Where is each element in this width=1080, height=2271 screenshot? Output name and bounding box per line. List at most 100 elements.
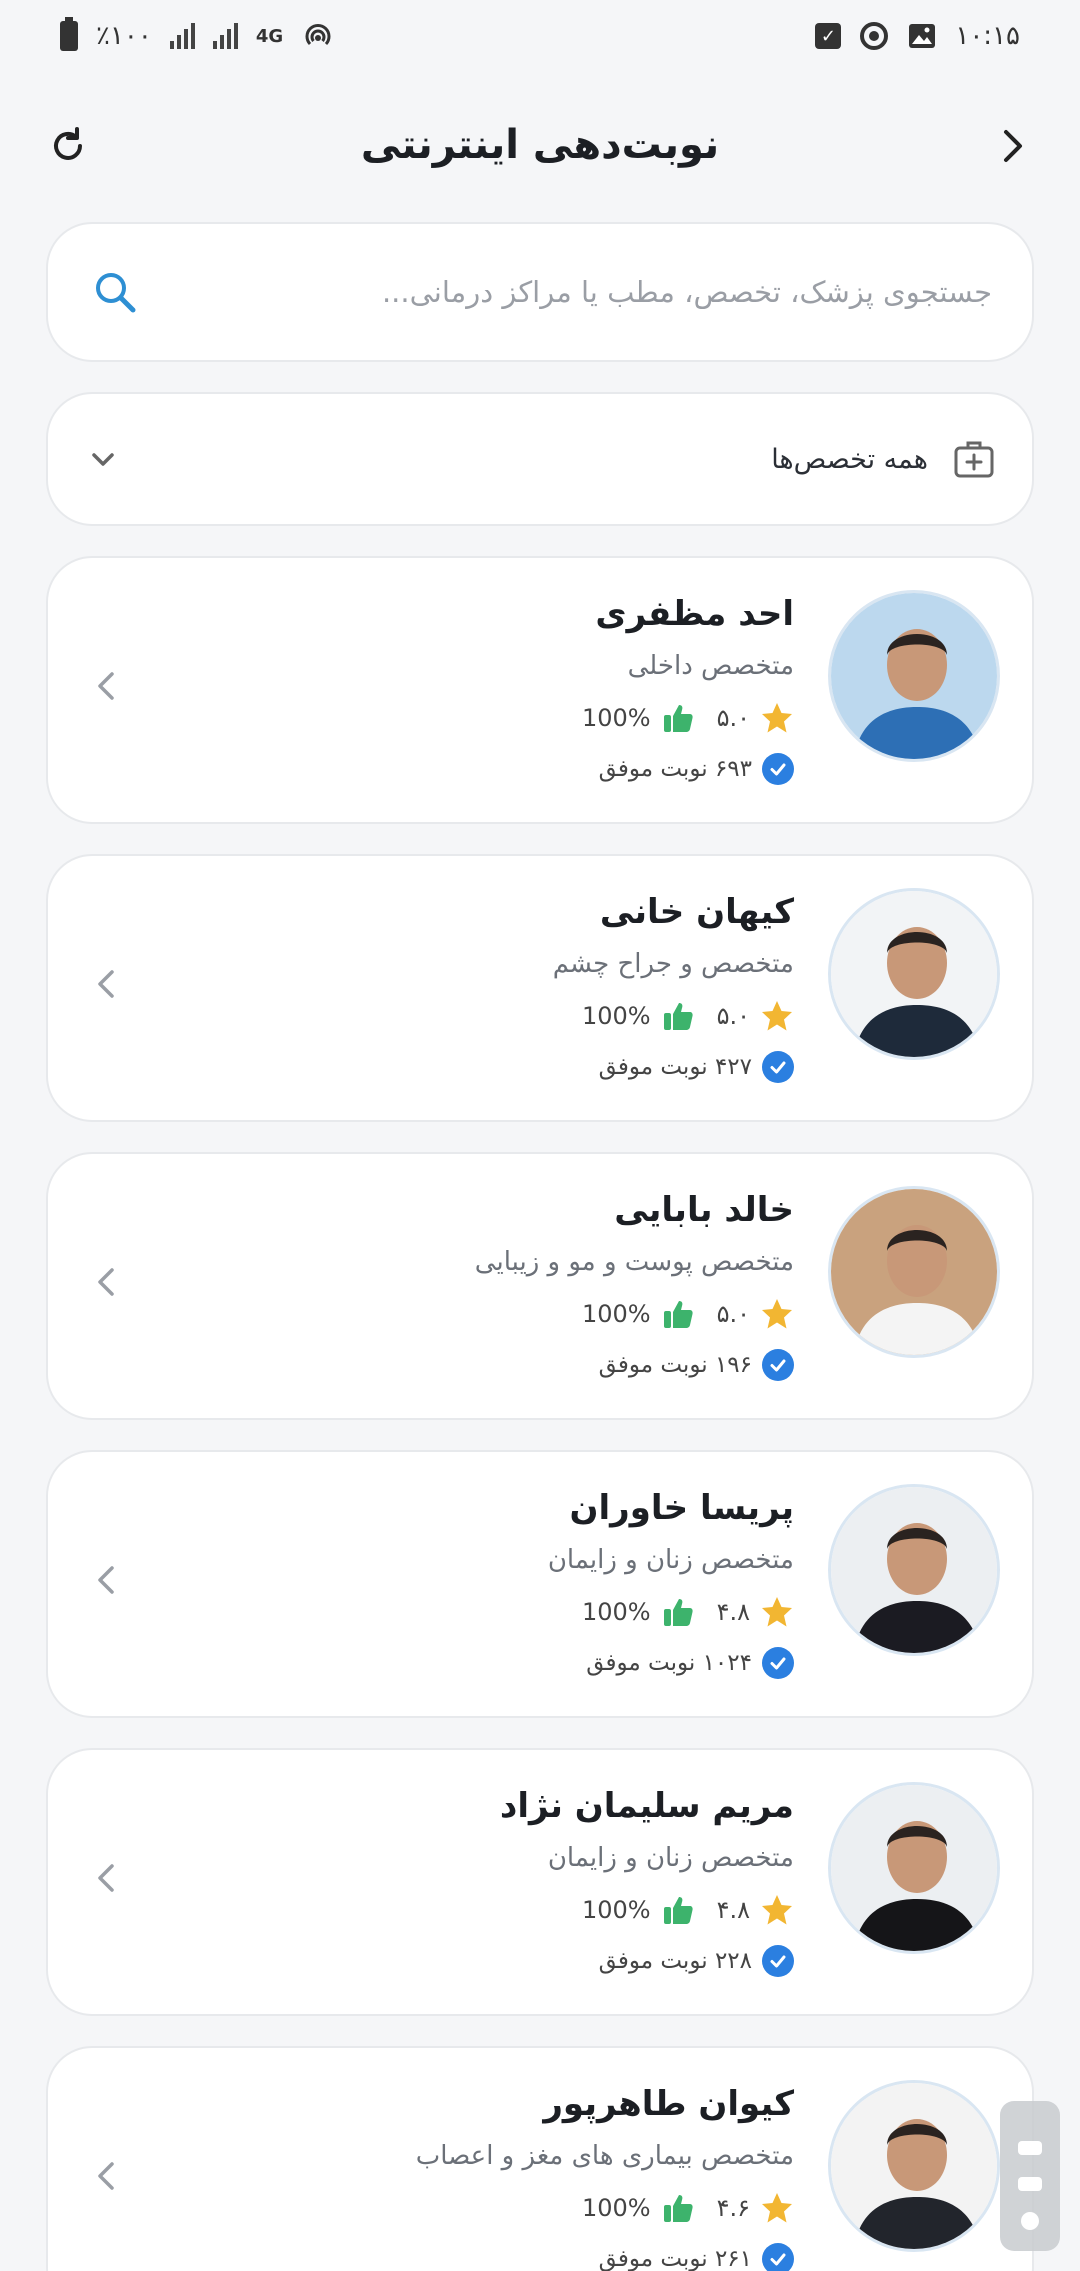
doctor-card[interactable]: پریسا خاوران متخصص زنان و زایمان ۴.۸ 100… xyxy=(46,1450,1034,1718)
doctor-specialty: متخصص بیماری های مغز و اعصاب xyxy=(415,2141,794,2171)
thumbs-up-icon xyxy=(663,1003,693,1030)
star-icon xyxy=(762,2193,792,2223)
successful-appointments: ۶۹۳ نوبت موفق xyxy=(234,744,794,794)
app-store-watermark-logo xyxy=(970,2081,1080,2271)
thumbs-up-icon xyxy=(663,1897,693,1924)
doctor-list: احد مظفری متخصص داخلی ۵.۰ 100% ۶۹۳ نوبت … xyxy=(46,556,1034,2271)
chevron-left-icon xyxy=(86,2156,126,2196)
medical-kit-icon xyxy=(952,437,996,481)
doctor-name: پریسا خاوران xyxy=(569,1488,794,1528)
chevron-right-icon xyxy=(1004,130,1022,162)
doctor-info: کیوان طاهرپور متخصص بیماری های مغز و اعص… xyxy=(234,2078,794,2271)
clock: ۱۰:۱۵ xyxy=(955,21,1020,51)
refresh-button[interactable] xyxy=(40,118,96,174)
doctor-info: احد مظفری متخصص داخلی ۵.۰ 100% ۶۹۳ نوبت … xyxy=(234,588,794,794)
specialty-filter-dropdown[interactable]: همه تخصص‌ها xyxy=(46,392,1034,526)
chrome-icon xyxy=(859,21,889,51)
filter-content: همه تخصص‌ها xyxy=(771,437,996,481)
doctor-avatar xyxy=(828,888,1000,1060)
doctor-stats: ۴.۸ 100% xyxy=(234,1884,794,1936)
doctor-avatar xyxy=(828,1186,1000,1358)
appointments-count: ۲۶۱ نوبت موفق xyxy=(598,2246,752,2271)
signal-icon-2 xyxy=(212,23,238,49)
rating: ۴.۶ xyxy=(717,2191,794,2225)
satisfaction: 100% xyxy=(582,1595,695,1629)
battery-icon xyxy=(60,17,78,51)
appointments-count: ۱۹۶ نوبت موفق xyxy=(598,1352,752,1378)
doctor-specialty: متخصص و جراح چشم xyxy=(552,949,794,979)
satisfaction: 100% xyxy=(582,1893,695,1927)
doctor-avatar xyxy=(828,590,1000,762)
appointments-count: ۴۲۷ نوبت موفق xyxy=(598,1054,752,1080)
doctor-name: خالد بابایی xyxy=(614,1190,794,1230)
star-icon xyxy=(762,1299,792,1329)
signal-icon xyxy=(169,23,195,49)
satisfaction-value: 100% xyxy=(581,1002,651,1030)
successful-appointments: ۲۲۸ نوبت موفق xyxy=(234,1936,794,1986)
doctor-stats: ۵.۰ 100% xyxy=(234,692,794,744)
doctor-stats: ۵.۰ 100% xyxy=(234,1288,794,1340)
satisfaction-value: 100% xyxy=(581,1896,651,1924)
successful-appointments: ۱۹۶ نوبت موفق xyxy=(234,1340,794,1390)
satisfaction-value: 100% xyxy=(581,1598,651,1626)
gallery-icon xyxy=(907,21,937,51)
rating-value: ۵.۰ xyxy=(716,1002,750,1030)
rating: ۵.۰ xyxy=(717,1297,794,1331)
rating-value: ۵.۰ xyxy=(716,704,750,732)
thumbs-up-icon xyxy=(663,1301,693,1328)
doctor-info: پریسا خاوران متخصص زنان و زایمان ۴.۸ 100… xyxy=(234,1482,794,1688)
successful-appointments: ۴۲۷ نوبت موفق xyxy=(234,1042,794,1092)
battery-level: ٪۱۰۰ xyxy=(96,21,152,51)
search-icon[interactable] xyxy=(92,269,138,315)
doctor-specialty: متخصص پوست و مو و زیبایی xyxy=(474,1247,794,1277)
chevron-left-icon xyxy=(86,666,126,706)
star-icon xyxy=(762,1895,792,1925)
thumbs-up-icon xyxy=(663,1599,693,1626)
doctor-name: احد مظفری xyxy=(595,594,794,634)
doctor-stats: ۴.۶ 100% xyxy=(234,2182,794,2234)
rating-value: ۴.۶ xyxy=(716,2194,750,2222)
star-icon xyxy=(762,1001,792,1031)
verified-check-icon xyxy=(762,1349,794,1381)
doctor-card[interactable]: مریم سلیمان نژاد متخصص زنان و زایمان ۴.۸… xyxy=(46,1748,1034,2016)
verified-check-icon xyxy=(762,1051,794,1083)
app-header: نوبت‌دهی اینترنتی xyxy=(0,100,1080,190)
satisfaction-value: 100% xyxy=(581,1300,651,1328)
appointments-count: ۶۹۳ نوبت موفق xyxy=(598,756,752,782)
doctor-card[interactable]: کیهان خانی متخصص و جراح چشم ۵.۰ 100% ۴۲۷… xyxy=(46,854,1034,1122)
chevron-left-icon xyxy=(86,1560,126,1600)
refresh-icon xyxy=(54,127,82,160)
doctor-specialty: متخصص زنان و زایمان xyxy=(547,1843,794,1873)
rating-value: ۴.۸ xyxy=(716,1896,750,1924)
search-input[interactable] xyxy=(168,275,992,309)
status-right: ✓ ۱۰:۱۵ xyxy=(815,21,1020,51)
network-type: 4G xyxy=(255,25,284,47)
successful-appointments: ۲۶۱ نوبت موفق xyxy=(234,2234,794,2271)
doctor-specialty: متخصص زنان و زایمان xyxy=(547,1545,794,1575)
filter-label: همه تخصص‌ها xyxy=(771,443,928,475)
rating-value: ۵.۰ xyxy=(716,1300,750,1328)
doctor-info: مریم سلیمان نژاد متخصص زنان و زایمان ۴.۸… xyxy=(234,1780,794,1986)
doctor-card[interactable]: خالد بابایی متخصص پوست و مو و زیبایی ۵.۰… xyxy=(46,1152,1034,1420)
thumbs-up-icon xyxy=(663,705,693,732)
rating: ۵.۰ xyxy=(717,999,794,1033)
star-icon xyxy=(762,703,792,733)
doctor-card[interactable]: احد مظفری متخصص داخلی ۵.۰ 100% ۶۹۳ نوبت … xyxy=(46,556,1034,824)
star-icon xyxy=(762,1597,792,1627)
doctor-avatar xyxy=(828,1484,1000,1656)
doctor-stats: ۴.۸ 100% xyxy=(234,1586,794,1638)
satisfaction-value: 100% xyxy=(581,2194,651,2222)
verified-check-icon xyxy=(762,753,794,785)
chevron-left-icon xyxy=(86,1858,126,1898)
thumbs-up-icon xyxy=(663,2195,693,2222)
rating: ۴.۸ xyxy=(717,1893,794,1927)
back-button[interactable] xyxy=(984,118,1040,174)
chevron-left-icon xyxy=(86,964,126,1004)
chevron-down-icon xyxy=(88,444,118,474)
search-bar xyxy=(46,222,1034,362)
doctor-name: کیوان طاهرپور xyxy=(543,2084,794,2124)
rating: ۵.۰ xyxy=(717,701,794,735)
doctor-info: خالد بابایی متخصص پوست و مو و زیبایی ۵.۰… xyxy=(234,1184,794,1390)
rating-value: ۴.۸ xyxy=(716,1598,750,1626)
doctor-card[interactable]: کیوان طاهرپور متخصص بیماری های مغز و اعص… xyxy=(46,2046,1034,2271)
